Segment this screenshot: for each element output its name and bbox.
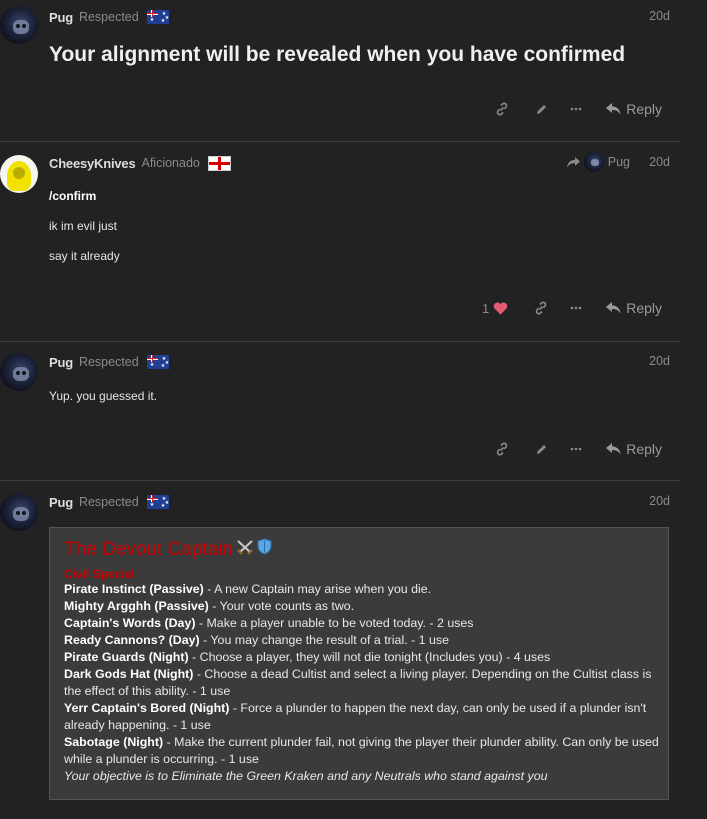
post: CheesyKnives Aficionado Pug 20d /confirm… <box>0 152 680 334</box>
post-divider <box>0 141 680 142</box>
link-icon[interactable] <box>495 102 509 116</box>
role-title-row: The Devout Captain <box>64 538 668 561</box>
ability-list: Pirate Instinct (Passive) - A new Captai… <box>64 581 668 768</box>
username[interactable]: Pug <box>49 10 73 25</box>
link-icon[interactable] <box>495 442 509 456</box>
ability-line: Ready Cannons? (Day) - You may change th… <box>64 632 664 649</box>
ability-name: Mighty Argghh (Passive) <box>64 599 209 613</box>
post-text: ik im evil just <box>49 219 118 233</box>
reply-button[interactable]: Reply <box>606 101 662 117</box>
reply-to-avatar <box>583 152 604 172</box>
ability-description: - Your vote counts as two. <box>208 599 355 613</box>
post-text: Your alignment will be revealed when you… <box>49 43 626 66</box>
ability-line: Yerr Captain's Bored (Night) - Force a p… <box>64 700 664 734</box>
ability-description: - A new Captain may arise when you die. <box>203 582 432 596</box>
reply-button[interactable]: Reply <box>606 441 662 457</box>
post: Pug Respected ★ ★ ★ ★ 20d Yup. you guessed … <box>0 353 680 473</box>
post-date[interactable]: 20d <box>649 9 670 23</box>
heart-icon[interactable] <box>493 302 508 315</box>
more-options-icon[interactable] <box>570 306 582 310</box>
ability-line: Sabotage (Night) - Make the current plun… <box>64 734 664 768</box>
post-date[interactable]: 20d <box>649 494 670 508</box>
reply-label: Reply <box>626 101 662 117</box>
post-text: Yup. you guessed it. <box>49 389 158 403</box>
reply-label: Reply <box>626 441 662 457</box>
ability-name: Ready Cannons? (Day) <box>64 633 200 647</box>
reply-arrow-icon <box>606 443 621 455</box>
shield-icon <box>257 538 272 561</box>
username[interactable]: Pug <box>49 495 73 510</box>
avatar[interactable] <box>0 155 38 193</box>
share-arrow-icon <box>566 156 580 167</box>
ability-line: Captain's Words (Day) - Make a player un… <box>64 615 664 632</box>
crossed-swords-icon <box>236 539 254 561</box>
australia-flag-icon: ★ ★ ★ ★ <box>146 355 169 369</box>
ability-line: Mighty Argghh (Passive) - Your vote coun… <box>64 598 664 615</box>
post-date[interactable]: 20d <box>649 155 670 169</box>
more-options-icon[interactable] <box>570 447 582 451</box>
post-text: say it already <box>49 249 120 263</box>
reply-to-username: Pug <box>607 155 630 169</box>
reply-arrow-icon <box>606 302 621 314</box>
avatar[interactable] <box>0 353 38 391</box>
avatar[interactable] <box>0 493 38 531</box>
more-options-icon[interactable] <box>570 107 582 111</box>
user-title: Aficionado <box>141 156 200 170</box>
ability-name: Yerr Captain's Bored (Night) <box>64 701 230 715</box>
ability-line: Pirate Guards (Night) - Choose a player,… <box>64 649 664 666</box>
role-objective: Your objective is to Eliminate the Green… <box>64 769 548 783</box>
role-faction: Civil Special <box>64 567 135 581</box>
australia-flag-icon: ★ ★ ★ ★ <box>146 495 169 509</box>
reply-button[interactable]: Reply <box>606 300 662 316</box>
ability-name: Captain's Words (Day) <box>64 616 196 630</box>
australia-flag-icon: ★ ★ ★ ★ <box>146 10 169 24</box>
reply-arrow-icon <box>606 103 621 115</box>
avatar[interactable] <box>0 6 38 44</box>
user-title: Respected <box>78 10 139 24</box>
reply-to-indicator[interactable]: Pug <box>566 152 630 172</box>
ability-name: Pirate Instinct (Passive) <box>64 582 204 596</box>
post-text: /confirm <box>49 189 97 203</box>
post-date[interactable]: 20d <box>649 354 670 368</box>
username[interactable]: CheesyKnives <box>49 156 136 171</box>
ability-name: Sabotage (Night) <box>64 735 164 749</box>
ability-description: - Choose a player, they will not die ton… <box>188 650 551 664</box>
role-card: The Devout Captain Civil Special Pirate … <box>49 527 669 800</box>
post-divider <box>0 341 680 342</box>
ability-line: Pirate Instinct (Passive) - A new Captai… <box>64 581 664 598</box>
like-count[interactable]: 1 <box>482 301 489 316</box>
post-divider <box>0 480 680 481</box>
ability-name: Dark Gods Hat (Night) <box>64 667 194 681</box>
england-flag-icon <box>207 155 231 171</box>
edit-pencil-icon[interactable] <box>535 443 548 456</box>
user-title: Respected <box>78 355 139 369</box>
ability-line: Dark Gods Hat (Night) - Choose a dead Cu… <box>64 666 664 700</box>
post: Pug Respected ★ ★ ★ ★ 20d Your alignment wi… <box>0 6 680 136</box>
ability-description: - Make a player unable to be voted today… <box>195 616 474 630</box>
link-icon[interactable] <box>534 301 548 315</box>
ability-name: Pirate Guards (Night) <box>64 650 189 664</box>
username[interactable]: Pug <box>49 355 73 370</box>
edit-pencil-icon[interactable] <box>535 103 548 116</box>
user-title: Respected <box>78 495 139 509</box>
role-title: The Devout Captain <box>64 538 233 560</box>
ability-description: - You may change the result of a trial. … <box>199 633 449 647</box>
reply-label: Reply <box>626 300 662 316</box>
